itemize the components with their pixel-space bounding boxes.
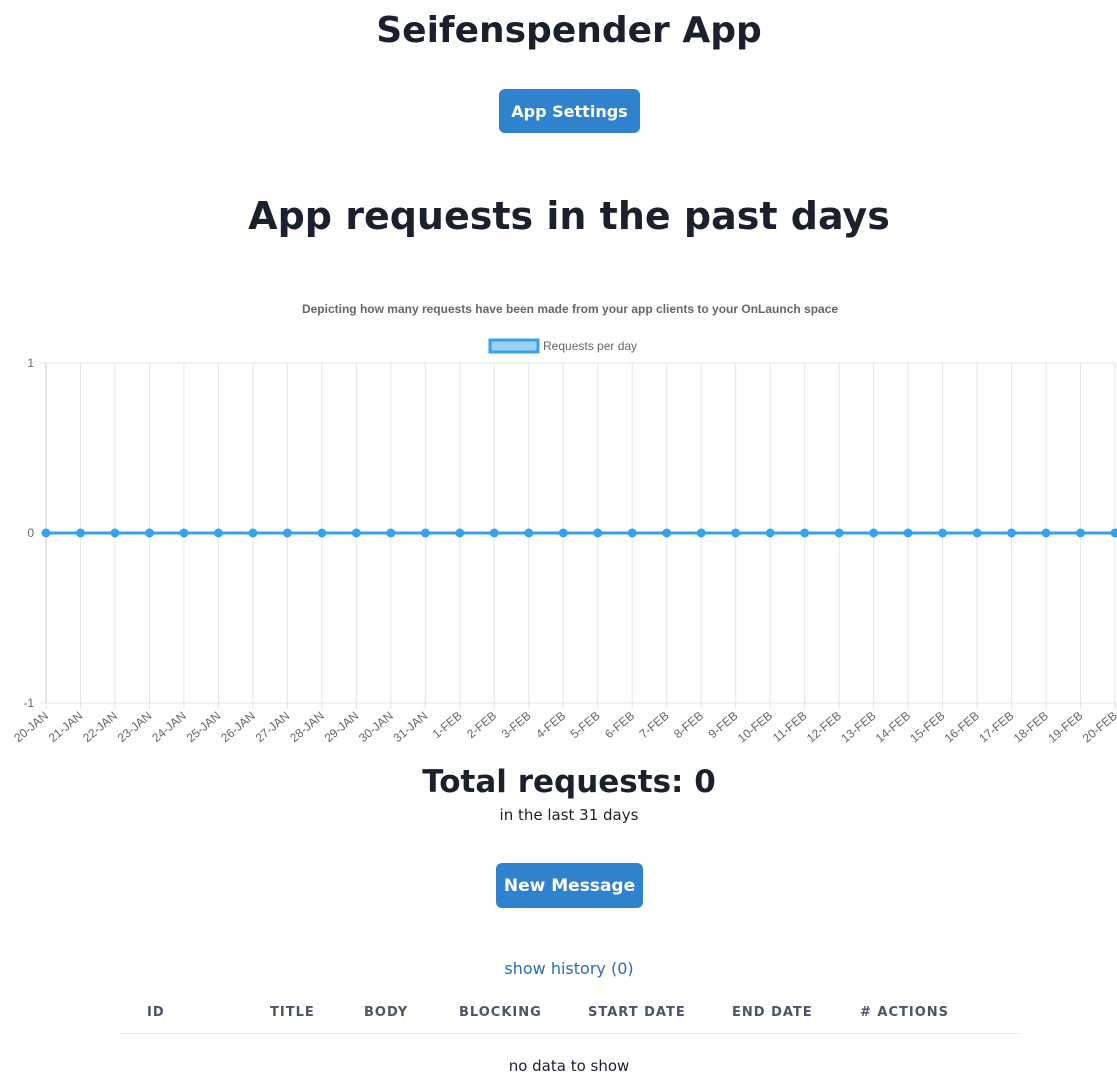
data-point — [800, 528, 810, 538]
x-tick-label: 20-JAN — [11, 709, 51, 745]
x-tick-label: 19-FEB — [1045, 709, 1085, 746]
column-header-actions[interactable]: # ACTIONS — [860, 1005, 949, 1020]
data-point — [317, 528, 327, 538]
column-header-body[interactable]: BODY — [364, 1005, 408, 1020]
x-tick-label: 18-FEB — [1011, 709, 1051, 746]
data-point — [938, 528, 948, 538]
data-point — [213, 528, 223, 538]
x-tick-label: 29-JAN — [322, 709, 362, 745]
legend-label: Requests per day — [543, 339, 637, 353]
data-point — [1007, 528, 1017, 538]
x-tick-label: 3-FEB — [499, 709, 534, 742]
column-header-start-date[interactable]: START DATE — [588, 1005, 686, 1020]
chart-title: Depicting how many requests have been ma… — [302, 302, 838, 316]
x-tick-label: 1-FEB — [430, 709, 465, 742]
legend-swatch — [488, 338, 540, 354]
data-point — [41, 528, 51, 538]
data-point — [110, 528, 120, 538]
data-point — [386, 528, 396, 538]
requests-chart-svg: Depicting how many requests have been ma… — [11, 302, 1117, 746]
x-tick-label: 27-JAN — [253, 709, 293, 745]
x-tick-label: 22-JAN — [80, 709, 120, 745]
app-title: Seifenspender App — [376, 10, 762, 51]
data-point — [731, 528, 741, 538]
data-point — [1076, 528, 1086, 538]
x-tick-label: 2-FEB — [464, 709, 499, 742]
messages-table-header: ID TITLE BODY BLOCKING START DATE END DA… — [120, 995, 1020, 1034]
x-tick-label: 17-FEB — [976, 709, 1016, 746]
data-point — [1041, 528, 1051, 538]
data-point — [1110, 528, 1117, 538]
x-tick-label: 7-FEB — [637, 709, 672, 742]
x-tick-label: 15-FEB — [907, 709, 947, 746]
data-point — [282, 528, 292, 538]
app-settings-button[interactable]: App Settings — [499, 89, 640, 133]
data-point — [834, 528, 844, 538]
x-tick-label: 14-FEB — [873, 709, 913, 746]
show-history-link-row: show history (0) — [0, 958, 1117, 980]
x-tick-label: 8-FEB — [671, 709, 706, 742]
requests-section-title: App requests in the past days — [248, 194, 890, 238]
show-history-link[interactable]: show history (0) — [504, 959, 633, 978]
data-point — [248, 528, 258, 538]
column-header-blocking[interactable]: BLOCKING — [459, 1005, 542, 1020]
data-point — [351, 528, 361, 538]
column-header-id[interactable]: ID — [147, 1005, 165, 1020]
data-point — [696, 528, 706, 538]
data-point — [420, 528, 430, 538]
data-point — [455, 528, 465, 538]
total-requests: Total requests: 0 — [422, 764, 716, 800]
x-tick-label: 11-FEB — [770, 709, 809, 745]
x-tick-label: 24-JAN — [149, 709, 189, 745]
x-tick-label: 4-FEB — [533, 709, 568, 742]
x-tick-label: 6-FEB — [602, 709, 637, 742]
requests-chart: Depicting how many requests have been ma… — [0, 290, 1117, 750]
x-tick-label: 12-FEB — [804, 709, 844, 746]
x-tick-label: 10-FEB — [735, 709, 775, 746]
total-requests-period: in the last 31 days — [499, 806, 639, 824]
x-tick-label: 21-JAN — [46, 709, 86, 745]
data-point — [558, 528, 568, 538]
data-point — [524, 528, 534, 538]
column-header-end-date[interactable]: END DATE — [732, 1005, 813, 1020]
y-tick-label: 0 — [27, 526, 34, 540]
data-point — [869, 528, 879, 538]
x-tick-label: 31-JAN — [391, 709, 431, 745]
data-point — [144, 528, 154, 538]
data-point — [627, 528, 637, 538]
column-header-title[interactable]: TITLE — [270, 1005, 315, 1020]
table-empty-message: no data to show — [508, 1057, 630, 1075]
x-tick-label: 30-JAN — [356, 709, 396, 745]
x-tick-label: 13-FEB — [838, 709, 878, 746]
x-tick-label: 16-FEB — [942, 709, 982, 746]
new-message-button[interactable]: New Message — [496, 863, 643, 908]
data-point — [75, 528, 85, 538]
x-tick-label: 20-FEB — [1080, 709, 1117, 746]
x-tick-label: 5-FEB — [568, 709, 603, 742]
data-point — [972, 528, 982, 538]
data-point — [489, 528, 499, 538]
data-point — [903, 528, 913, 538]
data-point — [662, 528, 672, 538]
x-tick-label: 26-JAN — [218, 709, 258, 745]
x-tick-label: 23-JAN — [115, 709, 155, 745]
y-tick-label: -1 — [23, 696, 34, 710]
x-tick-label: 25-JAN — [184, 709, 224, 745]
data-point — [765, 528, 775, 538]
y-tick-label: 1 — [27, 356, 34, 370]
data-point — [593, 528, 603, 538]
x-tick-label: 28-JAN — [287, 709, 327, 745]
data-point — [179, 528, 189, 538]
